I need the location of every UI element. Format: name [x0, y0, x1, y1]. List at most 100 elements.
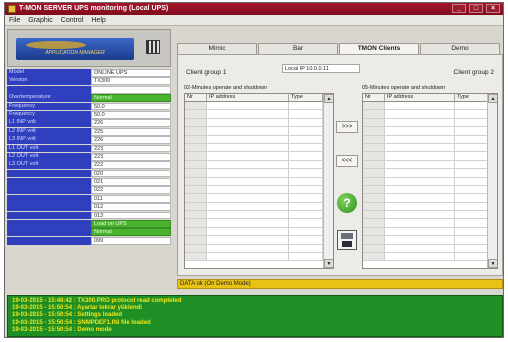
table-body	[185, 102, 333, 262]
table-row[interactable]	[363, 118, 497, 128]
tab-bar[interactable]: Bar	[258, 43, 338, 54]
table-row[interactable]	[185, 135, 333, 144]
info-value: 013	[91, 211, 171, 220]
table-cell	[207, 219, 289, 227]
table-cell	[289, 135, 323, 143]
table-row[interactable]	[185, 160, 333, 170]
help-icon[interactable]: ?	[337, 193, 357, 213]
table-cell	[385, 110, 455, 118]
scroll-down-icon[interactable]: ▼	[488, 259, 497, 268]
table-row[interactable]	[363, 185, 497, 195]
client-group-1: 02-Minutes operate and shutdown Nr IP ad…	[184, 85, 334, 269]
table-row[interactable]	[185, 152, 333, 161]
table-cell	[207, 194, 289, 202]
tab-mimic[interactable]: Mimic	[177, 43, 257, 54]
menu-file[interactable]: File	[9, 15, 20, 25]
table-row[interactable]	[185, 236, 333, 245]
table-cell	[363, 244, 385, 253]
table-row[interactable]	[185, 211, 333, 220]
tab-demo[interactable]: Demo	[420, 43, 500, 54]
table-row[interactable]	[185, 127, 333, 136]
table-row[interactable]	[185, 219, 333, 228]
menu-graphic[interactable]: Graphic	[28, 15, 53, 25]
info-value: ONLINE UPS	[91, 69, 171, 77]
scroll-up-icon[interactable]: ▲	[488, 94, 497, 103]
table-row[interactable]	[363, 227, 497, 237]
table-row[interactable]	[363, 160, 497, 170]
menu-help[interactable]: Help	[91, 15, 105, 25]
table-cell	[207, 143, 289, 152]
table-cell	[455, 227, 489, 236]
table-row[interactable]	[363, 102, 497, 111]
table-row[interactable]	[185, 102, 333, 111]
table-cell	[363, 110, 385, 118]
table-row[interactable]	[185, 177, 333, 186]
table-row[interactable]	[185, 227, 333, 237]
table-cell	[385, 177, 455, 185]
info-label: Model	[7, 69, 91, 77]
move-right-button[interactable]: >>>	[336, 121, 358, 133]
info-value: 020	[91, 169, 171, 178]
table-row[interactable]	[363, 244, 497, 254]
table-body	[363, 102, 497, 262]
info-label: Frequency	[7, 102, 91, 111]
table-cell	[207, 185, 289, 194]
info-row: L1 OUT volt 223	[7, 144, 171, 153]
info-value: 226	[91, 119, 171, 128]
move-left-button[interactable]: <<<	[336, 155, 358, 167]
table-row[interactable]	[363, 219, 497, 228]
table-row[interactable]	[363, 177, 497, 186]
table-row[interactable]	[363, 135, 497, 144]
save-disk-icon[interactable]	[337, 230, 357, 250]
info-row: L1 INP volt 226	[7, 119, 171, 128]
scroll-down-icon[interactable]: ▼	[324, 259, 333, 268]
table-row[interactable]	[185, 244, 333, 254]
table-cell	[363, 194, 385, 202]
info-value: TX300	[91, 77, 171, 86]
table-cell	[385, 211, 455, 219]
table-row[interactable]	[185, 253, 333, 262]
info-row: Frequency 50.0	[7, 102, 171, 111]
table-cell	[455, 135, 489, 143]
table-row[interactable]	[185, 143, 333, 153]
info-value: Normal	[91, 228, 171, 237]
table-row[interactable]	[363, 110, 497, 119]
scrollbar[interactable]: ▲ ▼	[487, 94, 497, 268]
table-row[interactable]	[185, 202, 333, 212]
client-group-2-table[interactable]: Nr IP address Type ▲ ▼	[362, 93, 498, 269]
table-row[interactable]	[363, 127, 497, 136]
table-row[interactable]	[185, 194, 333, 203]
table-cell	[207, 135, 289, 143]
maximize-button[interactable]: □	[469, 4, 483, 13]
table-cell	[185, 110, 207, 118]
table-row[interactable]	[363, 202, 497, 212]
table-row[interactable]	[185, 118, 333, 128]
menu-control[interactable]: Control	[61, 15, 84, 25]
table-row[interactable]	[363, 169, 497, 178]
log-line: 19-03-2015 - 15:48:42 : TX300.PRO protoc…	[12, 298, 182, 304]
scrollbar[interactable]: ▲ ▼	[323, 94, 333, 268]
info-row: Model ONLINE UPS	[7, 69, 171, 77]
client-group-1-table[interactable]: Nr IP address Type ▲ ▼	[184, 93, 334, 269]
table-row[interactable]	[363, 211, 497, 220]
table-row[interactable]	[363, 194, 497, 203]
table-cell	[207, 177, 289, 185]
table-cell	[363, 118, 385, 127]
col-nr: Nr	[185, 94, 207, 101]
minimize-button[interactable]: _	[452, 4, 466, 13]
table-row[interactable]	[363, 253, 497, 262]
table-row[interactable]	[363, 143, 497, 153]
scroll-up-icon[interactable]: ▲	[324, 94, 333, 103]
close-button[interactable]: ×	[486, 4, 500, 13]
table-cell	[185, 253, 207, 261]
table-row[interactable]	[185, 185, 333, 195]
table-row[interactable]	[185, 169, 333, 178]
log-line: 19-03-2015 - 15:50:54 : SNMPDEF1.INI fil…	[12, 319, 151, 326]
info-row: L2 INP volt 225	[7, 127, 171, 136]
table-row[interactable]	[185, 110, 333, 119]
table-cell	[185, 202, 207, 211]
table-row[interactable]	[363, 236, 497, 245]
table-cell	[185, 177, 207, 185]
tab-tmon-clients[interactable]: TMON Clients	[339, 43, 419, 54]
table-row[interactable]	[363, 152, 497, 161]
